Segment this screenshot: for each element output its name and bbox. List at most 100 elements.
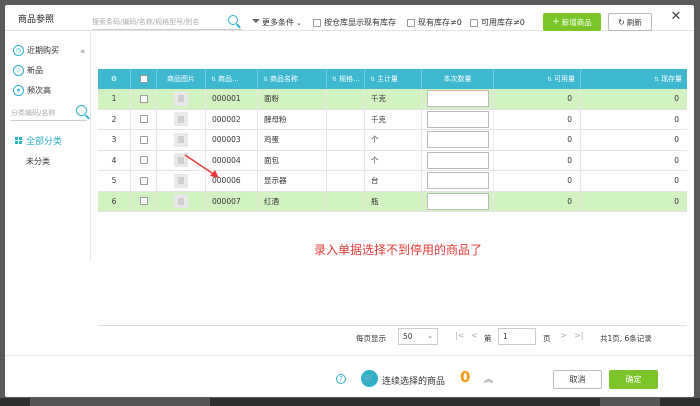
table-cell: 个 <box>365 130 422 150</box>
page-suffix: 页 <box>543 334 551 343</box>
table-header: ⚙ 商品图片 ⇅ 商品... ⇅ 商品名称 ⇅ 规格... ⇅ 主计量 本次数量 ⇅ 可用… <box>98 69 687 89</box>
sort-icon[interactable]: ⇅ <box>654 76 659 83</box>
table-cell: 3 <box>98 130 131 150</box>
category-uncategorized[interactable]: 未分类 <box>26 156 50 167</box>
quantity-input[interactable] <box>426 131 489 149</box>
sort-icon[interactable]: ⇅ <box>370 76 375 83</box>
checkbox[interactable] <box>407 18 415 27</box>
column-settings-header[interactable]: ⚙ <box>98 69 131 89</box>
table-cell: 2 <box>98 109 131 129</box>
table-cell: 0 <box>494 171 581 191</box>
table-cell: 台 <box>365 171 422 191</box>
quantity-input[interactable] <box>426 151 489 169</box>
stock-qty: 0 <box>674 196 679 206</box>
table-cell: 0 <box>494 89 581 109</box>
search-icon[interactable] <box>76 105 87 116</box>
table-row[interactable]: 2 000002 酵母粉 千克 0 0 <box>98 109 687 130</box>
quick-filter-recent[interactable]: ◷ 近期购买 <box>13 43 59 57</box>
last-page-icon[interactable]: >| <box>574 331 583 340</box>
filter-by-warehouse-checkbox[interactable]: 按仓库显示现有库存 <box>313 17 396 28</box>
quantity-input[interactable] <box>426 110 489 128</box>
row-checkbox[interactable] <box>139 197 148 206</box>
column-unit-header[interactable]: ⇅ 主计量 <box>365 69 422 89</box>
checkbox[interactable] <box>470 18 478 27</box>
help-icon[interactable]: ? <box>336 374 346 384</box>
next-page-icon[interactable]: > <box>560 331 567 340</box>
table-cell: 个 <box>365 150 422 170</box>
table-cell <box>131 109 157 129</box>
quantity-input[interactable] <box>426 192 489 210</box>
table-cell <box>157 130 206 150</box>
per-page-select[interactable]: 50 ⌄ <box>398 328 438 345</box>
table-cell: 1 <box>98 89 131 109</box>
row-index: 5 <box>111 176 117 186</box>
column-available-header[interactable]: ⇅ 可用量 <box>494 69 581 89</box>
confirm-button[interactable]: 确定 <box>609 370 658 389</box>
cart-icon[interactable]: 🛒 <box>361 370 378 387</box>
table-cell: 0 <box>494 109 581 129</box>
add-product-button[interactable]: + 新增商品 <box>543 13 601 31</box>
refresh-button[interactable]: ↻ 刷新 <box>608 13 652 31</box>
quick-filter-frequent[interactable]: ★ 频次高 <box>13 83 51 97</box>
stock-qty: 0 <box>674 94 679 104</box>
select-all-checkbox[interactable] <box>139 75 148 83</box>
table-cell: 瓶 <box>365 191 422 211</box>
row-checkbox[interactable] <box>139 135 148 144</box>
continuous-selection-label[interactable]: 连续选择的商品 <box>382 374 445 387</box>
category-search-input[interactable]: 分类编码/名称 <box>11 105 87 121</box>
quantity-input[interactable] <box>426 90 489 108</box>
table-cell: 红酒 <box>258 191 327 211</box>
table-cell <box>157 191 206 211</box>
first-page-icon[interactable]: |< <box>455 331 464 340</box>
product-unit: 个 <box>371 135 379 145</box>
table-cell: 面包 <box>258 150 327 170</box>
stock-qty: 0 <box>674 135 679 145</box>
table-cell <box>422 191 494 211</box>
quick-filter-new[interactable]: ☆ 新品 <box>13 63 43 77</box>
sort-icon[interactable]: ⇅ <box>332 76 337 83</box>
product-name: 显示器 <box>264 176 287 186</box>
pagination-bar: 每页显示 50 ⌄ |< < 第 1 页 > >| 共1页, 6条记录 <box>98 325 687 347</box>
table-cell <box>157 109 206 129</box>
table-cell: 千克 <box>365 89 422 109</box>
cancel-button[interactable]: 取消 <box>553 370 602 389</box>
select-all-header[interactable] <box>131 69 157 89</box>
chevron-up-icon[interactable]: ︽ <box>484 372 493 385</box>
chevron-down-icon: ⌄ <box>427 332 433 340</box>
prev-page-icon[interactable]: < <box>471 331 478 340</box>
checkbox[interactable] <box>313 18 321 27</box>
table-cell: 0 <box>581 192 687 212</box>
gear-icon[interactable]: ⚙ <box>111 75 117 83</box>
category-all[interactable]: 全部分类 <box>15 134 62 147</box>
product-search-input[interactable]: 搜索条码/编码/名称/规格型号/别名 <box>92 14 242 30</box>
product-name: 面粉 <box>264 94 279 104</box>
table-row[interactable]: 3 000003 鸡蛋 个 0 0 <box>98 130 687 151</box>
table-row[interactable]: 6 000007 红酒 瓶 0 0 <box>98 191 687 212</box>
row-checkbox[interactable] <box>139 94 148 103</box>
page-number-input[interactable]: 1 <box>498 328 536 345</box>
quantity-input[interactable] <box>426 172 489 190</box>
sort-icon[interactable]: ⇅ <box>211 76 216 83</box>
row-index: 6 <box>111 196 117 206</box>
background-segment <box>600 398 660 406</box>
filter-stock-nonzero-checkbox[interactable]: 现有库存≠0 <box>407 17 462 28</box>
column-name-header[interactable]: ⇅ 商品名称 <box>258 69 327 89</box>
table-row[interactable]: 1 000001 面粉 千克 0 0 <box>98 89 687 110</box>
refresh-icon: ↻ <box>618 17 625 27</box>
column-stock-header[interactable]: ⇅ 现存量 <box>581 69 687 89</box>
column-spec-header[interactable]: ⇅ 规格... <box>327 69 365 89</box>
row-checkbox[interactable] <box>139 176 148 185</box>
table-cell: 000002 <box>206 109 258 129</box>
table-cell: 0 <box>494 191 581 211</box>
filter-available-nonzero-checkbox[interactable]: 可用库存≠0 <box>470 17 525 28</box>
collapse-sidebar-icon[interactable]: « <box>80 47 86 57</box>
sort-icon[interactable]: ⇅ <box>263 76 268 83</box>
column-code-header[interactable]: ⇅ 商品... <box>206 69 258 89</box>
product-code: 000001 <box>212 94 241 104</box>
row-checkbox[interactable] <box>139 156 148 165</box>
search-icon[interactable] <box>228 15 238 25</box>
sort-icon[interactable]: ⇅ <box>547 76 552 83</box>
table-cell: 000001 <box>206 89 258 109</box>
more-conditions-button[interactable]: 更多条件 ⌄ <box>252 17 302 28</box>
row-checkbox[interactable] <box>139 115 148 124</box>
